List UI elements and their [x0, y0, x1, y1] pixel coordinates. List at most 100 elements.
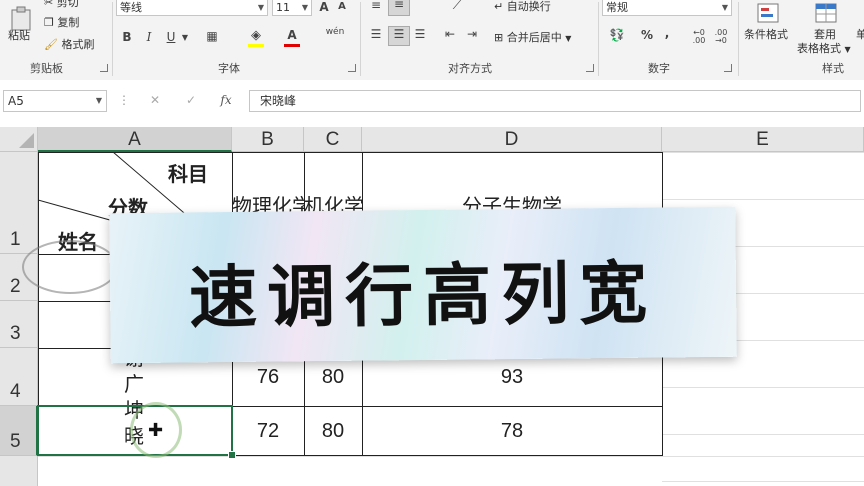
align-right-icon[interactable]: ☰ [412, 27, 428, 41]
copy-label: 复制 [57, 16, 80, 29]
copy-icon: ❐ [44, 16, 54, 29]
column-header-e[interactable]: E [662, 127, 864, 152]
fill-color-icon[interactable]: ◈ [246, 28, 266, 47]
column-header-c[interactable]: C [304, 127, 362, 152]
cell-c5[interactable]: 80 [304, 420, 362, 443]
italic-button[interactable]: I [142, 30, 156, 44]
alignment-launcher-icon[interactable] [586, 64, 594, 72]
chevron-down-icon: ▼ [257, 3, 264, 12]
banner-title: 速调行高列宽 [188, 253, 658, 339]
separator [738, 2, 739, 76]
separator [360, 2, 361, 76]
fill-handle[interactable] [228, 451, 236, 459]
cell-cursor-icon: ✚ [148, 420, 164, 441]
row-header-3[interactable]: 3 [0, 301, 38, 348]
formula-value: 宋晓峰 [260, 94, 297, 108]
column-header-a[interactable]: A [38, 127, 232, 152]
insert-function-icon[interactable]: fx [218, 93, 234, 107]
pinyin-button[interactable]: wén [320, 27, 350, 37]
separator [598, 2, 599, 76]
percent-button[interactable]: % [640, 28, 654, 42]
format-as-table-label-2[interactable]: 表格格式 ▼ [797, 40, 851, 56]
name-box-value: A5 [8, 94, 24, 108]
cut-label: 剪切 [56, 0, 79, 9]
merge-center-button[interactable]: ⊞ 合并后居中 ▼ [494, 29, 571, 45]
row-number: 1 [10, 229, 21, 250]
format-painter-button[interactable]: 🖌 格式刷 [44, 36, 94, 52]
wrap-text-button[interactable]: ↵ 自动换行 [494, 0, 551, 14]
number-format-select[interactable]: 常规 ▼ [602, 0, 732, 16]
conditional-format-icon[interactable] [756, 2, 782, 24]
cell-styles-button[interactable]: 单 [856, 26, 864, 42]
column-header-d[interactable]: D [362, 127, 662, 152]
formula-input[interactable]: 宋晓峰 [249, 90, 861, 112]
font-launcher-icon[interactable] [348, 64, 356, 72]
cell-d5[interactable]: 78 [362, 420, 662, 443]
more-options-icon[interactable]: ⋮ [118, 93, 130, 107]
fx-label: fx [220, 93, 232, 107]
cell-a4-line2[interactable]: 广 [124, 368, 144, 397]
number-launcher-icon[interactable] [724, 64, 732, 72]
conditional-format-button[interactable]: 条件格式 [744, 26, 788, 42]
column-header-b[interactable]: B [232, 127, 304, 152]
clipboard-launcher-icon[interactable] [100, 64, 108, 72]
font-size-value: 11 [276, 1, 290, 14]
underline-button[interactable]: U [164, 30, 178, 44]
font-size-select[interactable]: 11 ▼ [272, 0, 312, 16]
orientation-icon[interactable]: ⟋ [446, 0, 468, 13]
row-header-1[interactable]: 1 [0, 152, 38, 254]
format-as-table-icon[interactable] [814, 2, 840, 24]
cell-b5[interactable]: 72 [232, 420, 304, 443]
title-banner: 速调行高列宽 [109, 206, 737, 364]
number-group-label: 数字 [648, 62, 670, 75]
clipboard-group-label: 剪贴板 [30, 62, 63, 75]
font-name-select[interactable]: 等线 ▼ [116, 0, 268, 16]
align-left-icon[interactable]: ☰ [368, 27, 384, 41]
underline-dropdown-icon[interactable]: ▼ [180, 33, 190, 42]
currency-icon[interactable]: 💱 [606, 28, 628, 42]
enter-icon[interactable]: ✓ [184, 93, 198, 107]
merge-center-label: 合并后居中 [506, 31, 562, 44]
row-number: 2 [10, 276, 21, 297]
scissors-icon: ✂ [44, 0, 54, 9]
cut-button[interactable]: ✂ 剪切 [44, 0, 79, 10]
comma-button[interactable]: , [662, 26, 672, 40]
cell-d4[interactable]: 93 [362, 366, 662, 389]
paste-button[interactable]: 粘贴 [8, 27, 30, 43]
name-box[interactable]: A5 ▼ [3, 90, 107, 112]
increase-decimal-icon[interactable]: ←0.00 [690, 29, 708, 45]
chevron-down-icon: ▼ [565, 34, 572, 43]
decrease-decimal-icon[interactable]: .00 →0 [712, 29, 730, 45]
align-top-icon[interactable]: ≡ [368, 0, 384, 12]
bold-button[interactable]: B [120, 30, 134, 44]
select-all-corner[interactable] [0, 127, 38, 152]
row-header-6[interactable] [0, 456, 38, 486]
row-header-4[interactable]: 4 [0, 348, 38, 406]
border-icon[interactable]: ▦ [204, 29, 220, 43]
cell-c4[interactable]: 80 [304, 366, 362, 389]
cursor-trail-ring [22, 240, 118, 294]
shrink-font-button[interactable]: A [336, 1, 348, 12]
alignment-group-label: 对齐方式 [448, 62, 492, 75]
font-color-icon[interactable]: A [282, 28, 302, 47]
merge-icon: ⊞ [494, 31, 504, 44]
separator [112, 2, 113, 76]
align-middle-icon[interactable]: ≡ [388, 0, 410, 16]
row-number: 3 [10, 323, 21, 344]
font-name-value: 等线 [120, 1, 142, 14]
styles-group-label: 样式 [822, 62, 844, 75]
chevron-down-icon[interactable]: ▼ [96, 91, 102, 111]
grow-font-button[interactable]: A [317, 0, 331, 14]
chevron-down-icon: ▼ [721, 3, 728, 12]
decrease-indent-icon[interactable]: ⇤ [442, 27, 458, 41]
font-group-label: 字体 [218, 62, 240, 75]
cell-b4[interactable]: 76 [232, 366, 304, 389]
chevron-down-icon: ▼ [301, 3, 308, 12]
increase-indent-icon[interactable]: ⇥ [464, 27, 480, 41]
wrap-text-label: 自动换行 [506, 0, 551, 13]
cancel-icon[interactable]: ✕ [148, 93, 162, 107]
copy-button[interactable]: ❐ 复制 [44, 14, 79, 30]
row-header-5[interactable]: 5 [0, 406, 38, 456]
number-format-value: 常规 [606, 1, 628, 14]
align-center-icon[interactable]: ☰ [388, 26, 410, 46]
